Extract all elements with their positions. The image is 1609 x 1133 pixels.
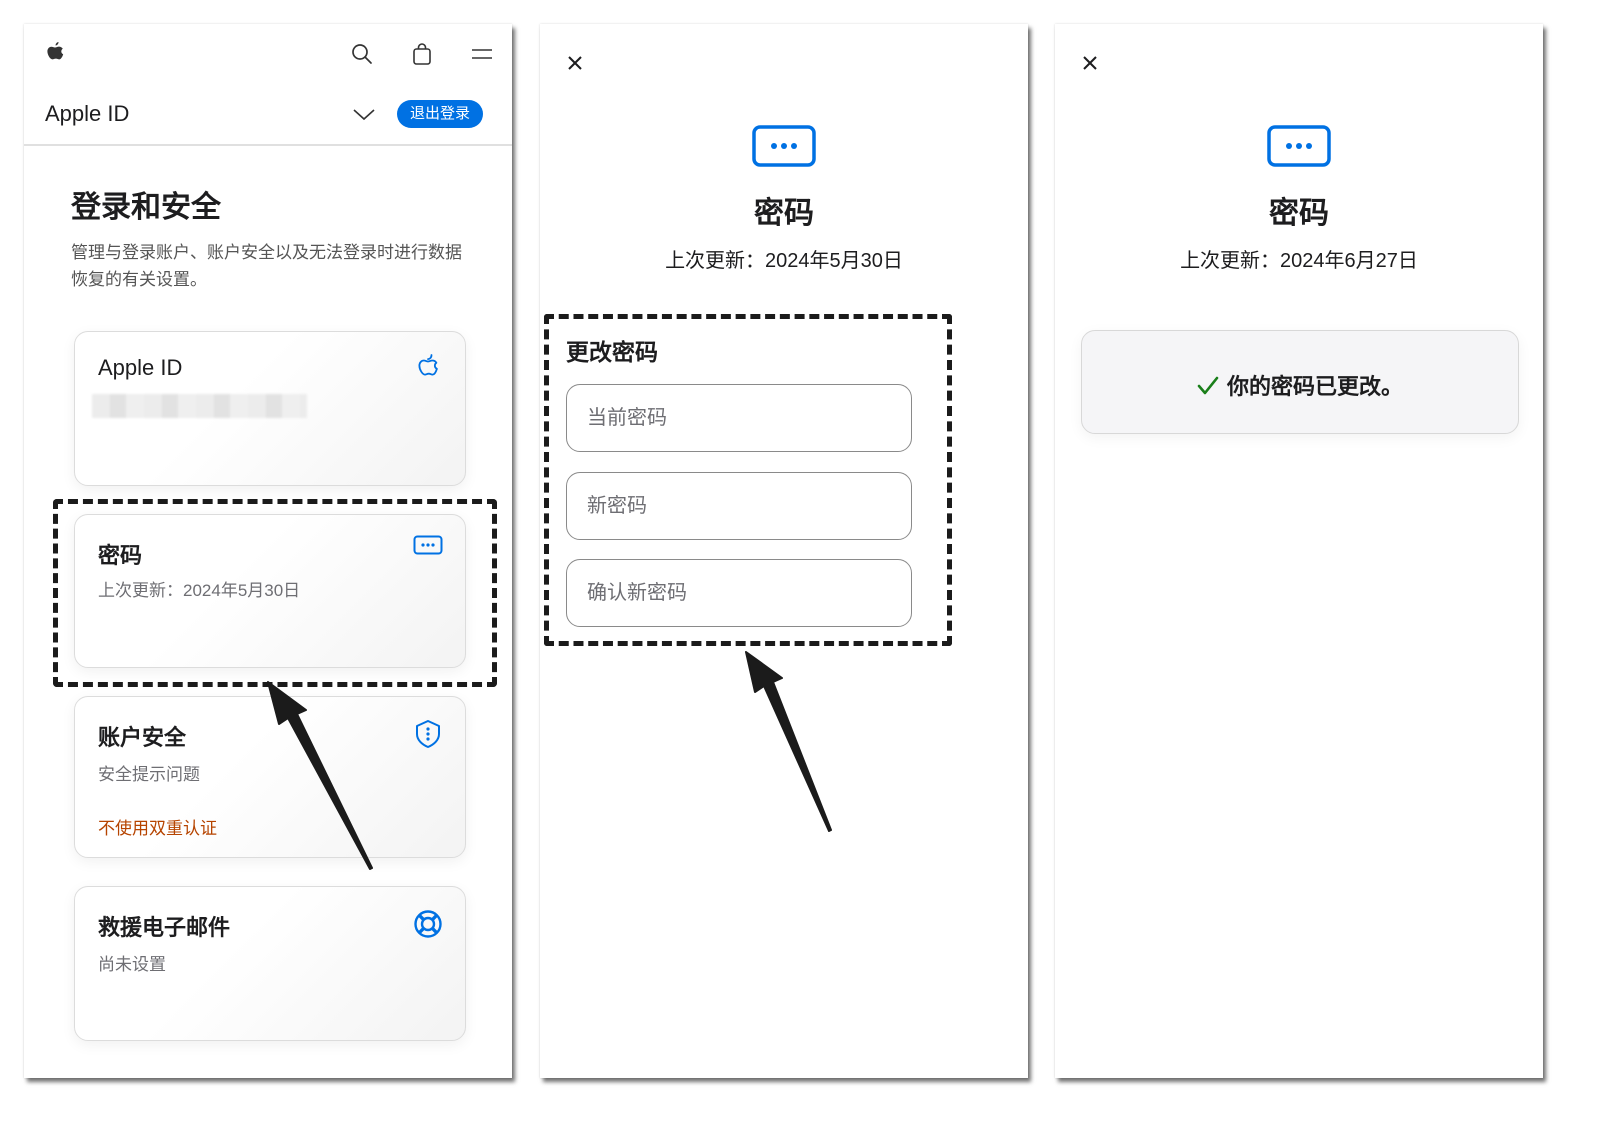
two-factor-warning[interactable]: 不使用双重认证: [98, 814, 217, 839]
checkmark-icon: [1197, 376, 1219, 395]
password-title: 密码: [754, 197, 814, 230]
apple-id-card[interactable]: Apple ID: [74, 331, 466, 486]
card-subtitle: 尚未设置: [98, 955, 166, 974]
close-icon[interactable]: [1079, 52, 1101, 74]
shopping-bag-icon[interactable]: [410, 42, 434, 66]
rescue-email-card[interactable]: 救援电子邮件 尚未设置: [74, 886, 466, 1041]
redacted-apple-id: [92, 394, 307, 418]
shield-icon: [416, 720, 440, 748]
section-title: 登录和安全: [71, 191, 221, 224]
annotation-arrow: [745, 651, 832, 832]
account-security-card[interactable]: 账户安全 安全提示问题 不使用双重认证: [74, 696, 466, 858]
global-nav: [24, 24, 512, 84]
search-icon[interactable]: [350, 42, 374, 66]
highlight-box-password-card: [53, 499, 497, 687]
last-updated: 上次更新：2024年6月27日: [1180, 250, 1418, 272]
chevron-down-icon[interactable]: [352, 104, 376, 124]
close-icon[interactable]: [564, 52, 586, 74]
sign-out-button[interactable]: 退出登录: [397, 100, 484, 128]
success-message: 你的密码已更改。: [1226, 374, 1403, 399]
password-dots-icon: [1267, 125, 1331, 167]
success-banner: 你的密码已更改。: [1081, 330, 1519, 434]
change-password-panel: 密码 上次更新：2024年5月30日 更改密码: [540, 24, 1028, 1078]
highlight-box-change-form: [544, 314, 952, 646]
apple-logo-icon: [418, 354, 438, 376]
subnav-title[interactable]: Apple ID: [45, 101, 129, 127]
apple-logo-icon[interactable]: [44, 40, 66, 66]
card-title: Apple ID: [98, 355, 183, 380]
apple-id-subnav: Apple ID 退出登录: [24, 84, 512, 146]
card-subtitle: 安全提示问题: [98, 765, 200, 784]
card-title: 账户安全: [98, 725, 187, 750]
lifebuoy-icon: [414, 910, 442, 938]
card-title: 救援电子邮件: [98, 915, 231, 940]
menu-icon[interactable]: [470, 42, 494, 66]
section-description: 管理与登录账户、账户安全以及无法登录时进行数据恢复的有关设置。: [71, 243, 462, 289]
password-changed-panel: 密码 上次更新：2024年6月27日 你的密码已更改。: [1055, 24, 1543, 1078]
last-updated: 上次更新：2024年5月30日: [665, 250, 903, 272]
password-dots-icon: [752, 125, 816, 167]
password-title: 密码: [1269, 197, 1329, 230]
account-settings-panel: Apple ID 退出登录 登录和安全 管理与登录账户、账户安全以及无法登录时进…: [24, 24, 512, 1078]
